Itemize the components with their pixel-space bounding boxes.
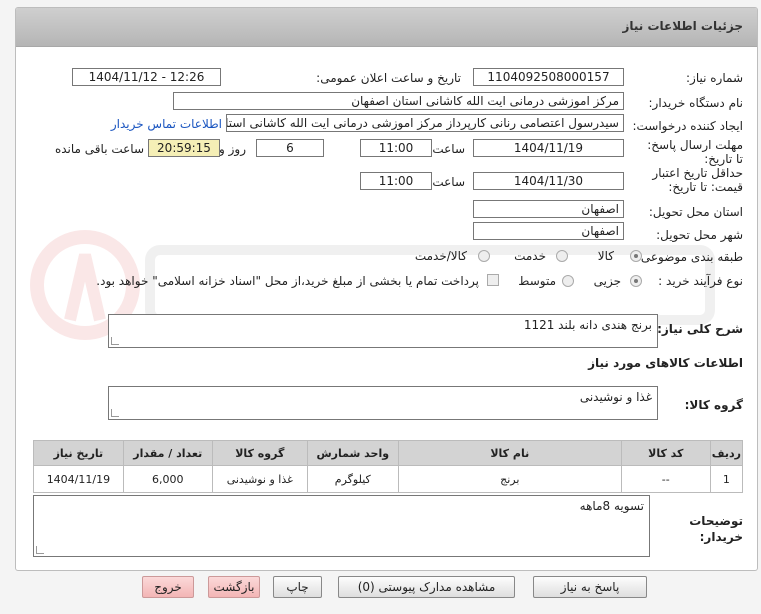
page: جزئیات اطلاعات نیاز شماره نیاز: 11040925… <box>0 0 761 614</box>
process-radio-medium[interactable] <box>562 275 574 287</box>
goods-group-text: غذا و نوشیدنی <box>579 390 652 404</box>
cell-need-date: 1404/11/19 <box>33 465 124 493</box>
process-label: نوع فرآیند خرید : <box>658 274 743 288</box>
creator-field: سیدرسول اعتصامی رنانی کارپرداز مرکز اموز… <box>226 114 624 132</box>
announce-label: تاریخ و ساعت اعلان عمومی: <box>316 71 461 85</box>
deadline-label: مهلت ارسال پاسخ: تا تاریخ: <box>647 138 743 166</box>
category-radio-goods-service[interactable] <box>478 250 490 262</box>
need-number-field: 1104092508000157 <box>473 68 624 86</box>
goods-table: ردیف کد کالا نام کالا واحد شمارش گروه کا… <box>33 440 744 493</box>
need-number-label: شماره نیاز: <box>686 71 743 85</box>
days-remaining-field: 6 <box>256 139 324 157</box>
buyer-notes-label: توضیحات خریدار: <box>689 514 743 544</box>
category-option-service: خدمت <box>514 249 546 263</box>
reply-button[interactable]: پاسخ به نیاز <box>533 576 647 598</box>
goods-group-label: گروه کالا: <box>684 398 743 412</box>
treasury-payment-note: پرداخت تمام یا بخشی از مبلغ خرید،از محل … <box>96 274 479 288</box>
category-radio-goods[interactable] <box>630 250 642 262</box>
category-option-goods-service: کالا/خدمت <box>414 249 467 263</box>
validity-time-field: 11:00 <box>360 172 432 190</box>
goods-group-field: غذا و نوشیدنی <box>108 386 658 420</box>
buyer-field: مرکز اموزشی درمانی ایت الله کاشانی استان… <box>173 92 624 110</box>
resize-grip-icon[interactable] <box>36 546 44 554</box>
creator-label: ایجاد کننده درخواست: <box>632 119 743 133</box>
description-label: شرح کلی نیاز: <box>657 322 743 336</box>
process-option-medium: متوسط <box>518 274 556 288</box>
treasury-payment-checkbox[interactable] <box>487 274 499 286</box>
cell-row-number: 1 <box>709 465 744 493</box>
cell-unit: کیلوگرم <box>306 465 399 493</box>
deadline-date-field: 1404/11/19 <box>473 139 624 157</box>
time-remaining-field: 20:59:15 <box>148 139 220 157</box>
print-button[interactable]: چاپ <box>273 576 322 598</box>
validity-date-field: 1404/11/30 <box>473 172 624 190</box>
validity-label: حداقل تاریخ اعتبار قیمت: تا تاریخ: <box>652 166 743 194</box>
process-radio-minor[interactable] <box>630 275 642 287</box>
category-radio-service[interactable] <box>556 250 568 262</box>
buyer-contact-link[interactable]: اطلاعات تماس خریدار <box>111 117 222 131</box>
city-label: شهر محل تحویل: <box>656 228 743 242</box>
col-unit: واحد شمارش <box>306 440 399 466</box>
announce-date-field: 1404/11/12 - 12:26 <box>72 68 221 86</box>
cell-quantity: 6,000 <box>122 465 213 493</box>
col-row-number: ردیف <box>709 440 744 466</box>
cell-goods-name: برنج <box>397 465 622 493</box>
table-row: 1 -- برنج کیلوگرم غذا و نوشیدنی 6,000 14… <box>33 465 744 493</box>
exit-button[interactable]: خروج <box>142 576 194 598</box>
deadline-time-field: 11:00 <box>360 139 432 157</box>
validity-time-label: ساعت <box>432 175 465 189</box>
time-remaining-label: ساعت باقی مانده <box>54 142 144 156</box>
days-label: روز و <box>219 142 246 156</box>
col-goods-name: نام کالا <box>397 440 622 466</box>
description-text: برنج هندی دانه بلند 1121 <box>523 318 652 332</box>
description-field: برنج هندی دانه بلند 1121 <box>108 314 658 348</box>
resize-grip-icon[interactable] <box>111 337 119 345</box>
col-quantity: تعداد / مقدار <box>122 440 213 466</box>
panel-header: جزئیات اطلاعات نیاز <box>16 8 757 47</box>
category-option-goods: کالا <box>597 249 614 263</box>
attachments-button[interactable]: مشاهده مدارک پیوستی (0) <box>338 576 515 598</box>
col-goods-group: گروه کالا <box>211 440 308 466</box>
buyer-label: نام دستگاه خریدار: <box>648 96 744 110</box>
panel-title: جزئیات اطلاعات نیاز <box>622 19 743 33</box>
province-field: اصفهان <box>473 200 624 218</box>
buyer-notes-field: تسویه 8ماهه <box>33 495 650 557</box>
back-button[interactable]: بازگشت <box>208 576 260 598</box>
buyer-notes-text: تسویه 8ماهه <box>579 499 644 513</box>
deadline-time-label: ساعت <box>432 142 465 156</box>
table-header-row: ردیف کد کالا نام کالا واحد شمارش گروه کا… <box>33 440 744 466</box>
cell-goods-group: غذا و نوشیدنی <box>211 465 308 493</box>
city-field: اصفهان <box>473 222 624 240</box>
resize-grip-icon[interactable] <box>111 409 119 417</box>
col-goods-code: کد کالا <box>620 440 711 466</box>
province-label: استان محل تحویل: <box>648 205 743 219</box>
goods-section-title: اطلاعات کالاهای مورد نیاز <box>588 356 743 370</box>
process-option-minor: جزیی <box>593 274 621 288</box>
col-need-date: تاریخ نیاز <box>33 440 124 466</box>
category-label: طبقه بندی موضوعی: <box>636 250 743 264</box>
cell-goods-code: -- <box>620 465 711 493</box>
